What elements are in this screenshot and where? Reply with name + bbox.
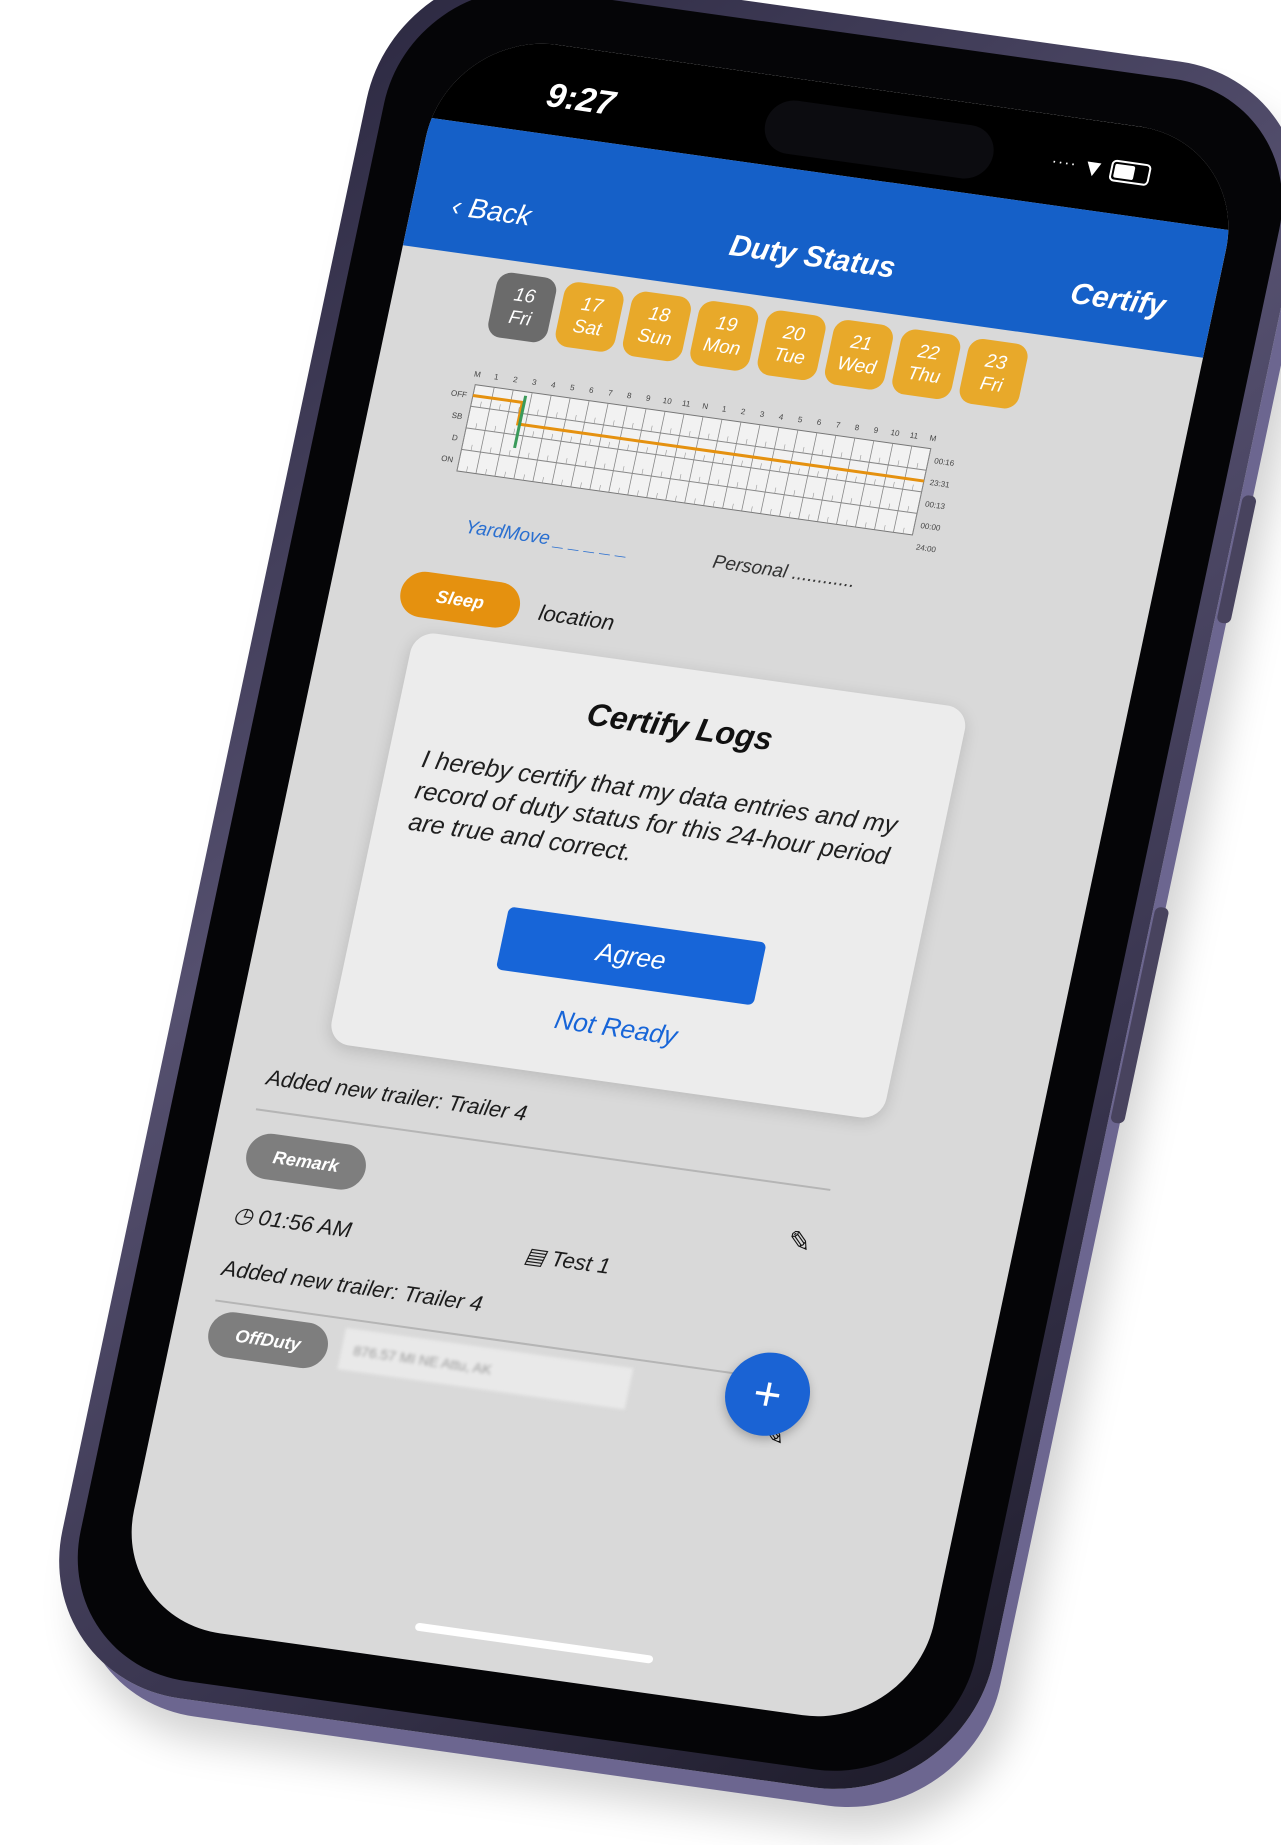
grid-hour-label: 3: [531, 378, 538, 388]
grid-hour-label: 1: [493, 372, 500, 382]
grid-hour-label: 10: [662, 396, 673, 406]
grid-row-label: D: [451, 433, 459, 443]
screen: 9:27 ···· ▾ ‹ Back Duty Status Certify 1…: [111, 29, 1249, 1731]
day-button-21[interactable]: 21 Wed: [822, 318, 896, 392]
grid-hour-label: 11: [909, 431, 920, 441]
agree-button[interactable]: Agree: [495, 906, 767, 1006]
day-number: 19: [714, 312, 740, 337]
grid-hour-label: 9: [873, 426, 880, 436]
day-number: 22: [916, 341, 942, 365]
certify-logs-dialog: Certify Logs I hereby certify that my da…: [327, 630, 970, 1121]
home-indicator[interactable]: [414, 1622, 654, 1664]
trailer-event-1: Added new trailer: Trailer 4: [264, 1064, 530, 1126]
day-button-16[interactable]: 16 Fri: [485, 270, 559, 345]
grid-total-label: 24:00: [915, 543, 937, 555]
grid-hour-label: M: [929, 434, 938, 444]
grid-hour-label: 6: [816, 418, 823, 428]
grid-hour-label: 3: [759, 410, 766, 420]
day-weekday: Wed: [835, 353, 878, 380]
plus-icon: +: [748, 1366, 787, 1423]
day-number: 17: [579, 293, 605, 318]
grid-hour-label: 4: [550, 380, 557, 390]
offduty-location: 876.57 MI NE Attu, AK: [337, 1327, 634, 1410]
certify-button[interactable]: Certify: [1067, 277, 1168, 324]
grid-hour-label: 7: [835, 420, 842, 430]
grid-hour-label: 8: [854, 423, 861, 433]
cellular-icon: ····: [1049, 152, 1079, 173]
grid-hour-label: 9: [645, 394, 652, 404]
grid-total-label: 00:13: [924, 500, 946, 512]
day-weekday: Fri: [506, 306, 534, 331]
day-number: 18: [646, 303, 672, 327]
not-ready-button[interactable]: Not Ready: [335, 974, 896, 1082]
wifi-icon: ▾: [1083, 150, 1104, 184]
trailer-event-2: Added new trailer: Trailer 4: [219, 1255, 485, 1317]
grid-hour-label: 11: [681, 399, 692, 409]
remark-time-text: 01:56 AM: [256, 1204, 354, 1243]
day-button-18[interactable]: 18 Sun: [620, 289, 694, 363]
grid-row-label: SB: [451, 411, 463, 421]
day-weekday: Sat: [570, 315, 604, 341]
clock-icon: ◷: [231, 1201, 256, 1229]
remark-status-badge[interactable]: Remark: [241, 1130, 371, 1193]
grid-hour-label: N: [701, 402, 709, 412]
add-event-button[interactable]: +: [717, 1347, 818, 1442]
document-icon: ▤: [522, 1242, 549, 1270]
status-icons: ···· ▾: [1048, 145, 1153, 191]
grid-hour-label: 5: [569, 383, 576, 393]
sleep-location: location: [536, 600, 617, 636]
sleep-status-badge[interactable]: Sleep: [395, 568, 525, 631]
day-weekday: Tue: [771, 344, 807, 370]
day-number: 21: [848, 331, 874, 356]
grid-total-label: 23:31: [929, 478, 951, 490]
day-number: 23: [983, 350, 1009, 375]
grid-row-label: ON: [440, 454, 454, 465]
day-number: 20: [781, 322, 807, 346]
battery-icon: [1108, 158, 1153, 186]
day-button-22[interactable]: 22 Thu: [889, 327, 963, 401]
grid-hour-label: 5: [797, 415, 804, 425]
remark-time: ◷ 01:56 AM: [231, 1201, 354, 1243]
pencil-icon[interactable]: ✎: [785, 1224, 815, 1260]
remark-note-text: Test 1: [548, 1246, 613, 1279]
offduty-status-badge[interactable]: OffDuty: [203, 1309, 333, 1372]
day-button-20[interactable]: 20 Tue: [755, 308, 829, 382]
day-weekday: Fri: [978, 373, 1005, 397]
day-number: 16: [511, 284, 538, 308]
grid-total-label: 00:16: [933, 456, 955, 468]
day-button-17[interactable]: 17 Sat: [553, 280, 627, 354]
grid-hour-label: 1: [721, 404, 728, 414]
grid-hour-label: M: [473, 370, 482, 380]
grid-row-label: OFF: [450, 388, 468, 399]
remark-note: ▤ Test 1: [522, 1242, 613, 1279]
grid-hour-label: 4: [778, 412, 785, 422]
grid-hour-label: 10: [890, 428, 901, 438]
phone-bezel: 9:27 ···· ▾ ‹ Back Duty Status Certify 1…: [52, 0, 1281, 1789]
day-weekday: Thu: [905, 362, 943, 389]
day-weekday: Mon: [701, 334, 743, 361]
grid-total-label: 00:00: [920, 521, 942, 533]
day-button-23[interactable]: 23 Fri: [957, 337, 1031, 411]
day-weekday: Sun: [635, 325, 674, 351]
grid-hour-label: 2: [740, 407, 747, 417]
grid-hour-label: 2: [512, 375, 519, 385]
grid-hour-label: 7: [607, 388, 614, 398]
grid-hour-label: 6: [588, 386, 595, 396]
grid-hour-label: 8: [626, 391, 633, 401]
day-button-19[interactable]: 19 Mon: [687, 299, 761, 373]
phone-device: 9:27 ···· ▾ ‹ Back Duty Status Certify 1…: [31, 0, 1281, 1809]
status-time: 9:27: [543, 76, 619, 123]
